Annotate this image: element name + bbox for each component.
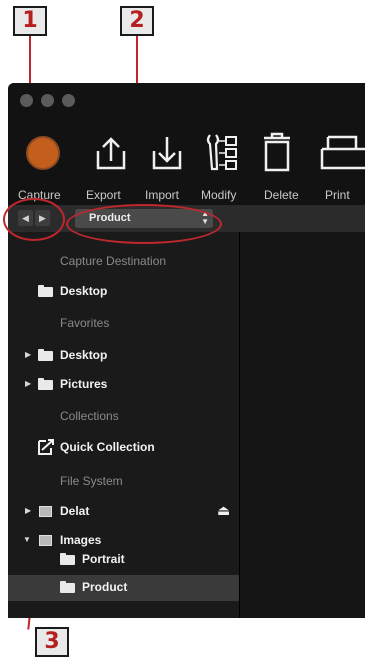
callout-tag-2: 2 [120, 6, 154, 36]
drive-icon [39, 506, 52, 517]
window-close-button[interactable] [20, 94, 33, 107]
app-window: Capture Export Import Modify Delete Prin… [8, 83, 365, 618]
sidebar-item-favorites-pictures[interactable]: ▶ Pictures [8, 373, 239, 397]
print-label[interactable]: Print [325, 188, 350, 202]
section-favorites: Favorites [60, 316, 110, 330]
folder-icon [38, 285, 53, 297]
disclosure-triangle-icon[interactable]: ▶ [25, 379, 31, 388]
section-collections: Collections [60, 409, 119, 423]
browser-content-area [240, 232, 365, 618]
sidebar-item-label: Product [82, 580, 128, 594]
sidebar-item-label: Delat [60, 504, 90, 518]
sidebar-item-label: Images [60, 533, 102, 547]
sidebar-item-label: Desktop [60, 284, 108, 298]
import-label[interactable]: Import [145, 188, 179, 202]
sidebar-item-portrait[interactable]: Portrait [8, 548, 239, 572]
eject-icon[interactable]: ⏏ [217, 502, 230, 519]
disclosure-triangle-icon[interactable]: ▶ [25, 350, 31, 359]
drive-icon [39, 535, 52, 546]
folder-icon [60, 553, 75, 565]
window-minimize-button[interactable] [41, 94, 54, 107]
sidebar-item-label: Pictures [60, 377, 108, 391]
callout-ellipse-1 [3, 198, 65, 241]
disclosure-triangle-icon[interactable]: ▶ [25, 506, 31, 515]
callout-tag-3: 3 [35, 627, 69, 657]
section-capture-destination: Capture Destination [60, 254, 167, 268]
callout-ellipse-2 [66, 204, 222, 244]
window-zoom-button[interactable] [62, 94, 75, 107]
sidebar-item-delat[interactable]: ▶ Delat ⏏ [8, 500, 239, 524]
callout-tag-1: 1 [13, 6, 47, 36]
modify-icon[interactable] [204, 131, 244, 173]
section-file-system: File System [60, 474, 123, 488]
import-icon[interactable] [150, 135, 184, 171]
sidebar-item-label: Portrait [82, 552, 125, 566]
pictures-folder-icon [38, 378, 53, 390]
print-icon[interactable] [320, 135, 365, 171]
sidebar-item-favorites-desktop[interactable]: ▶ Desktop [8, 344, 239, 368]
folder-icon [60, 581, 75, 593]
export-icon[interactable] [94, 135, 128, 171]
quick-collection-icon [38, 439, 54, 455]
export-label[interactable]: Export [86, 188, 121, 202]
folder-icon [38, 349, 53, 361]
delete-label[interactable]: Delete [264, 188, 299, 202]
sidebar-item-label: Quick Collection [60, 440, 155, 454]
toolbar: Capture Export Import Modify Delete Prin… [8, 83, 365, 205]
sidebar-item-capture-desktop[interactable]: Desktop [8, 280, 239, 304]
library-sidebar: Capture Destination Desktop Favorites ▶ … [8, 232, 239, 618]
sidebar-item-label: Desktop [60, 348, 108, 362]
capture-icon [26, 136, 60, 170]
modify-label[interactable]: Modify [201, 188, 236, 202]
disclosure-triangle-expanded-icon[interactable]: ▼ [23, 535, 31, 544]
delete-icon[interactable] [262, 132, 292, 172]
sidebar-item-product[interactable]: Product [8, 576, 239, 600]
sidebar-item-quick-collection[interactable]: Quick Collection [8, 436, 239, 460]
capture-button[interactable] [22, 132, 64, 174]
